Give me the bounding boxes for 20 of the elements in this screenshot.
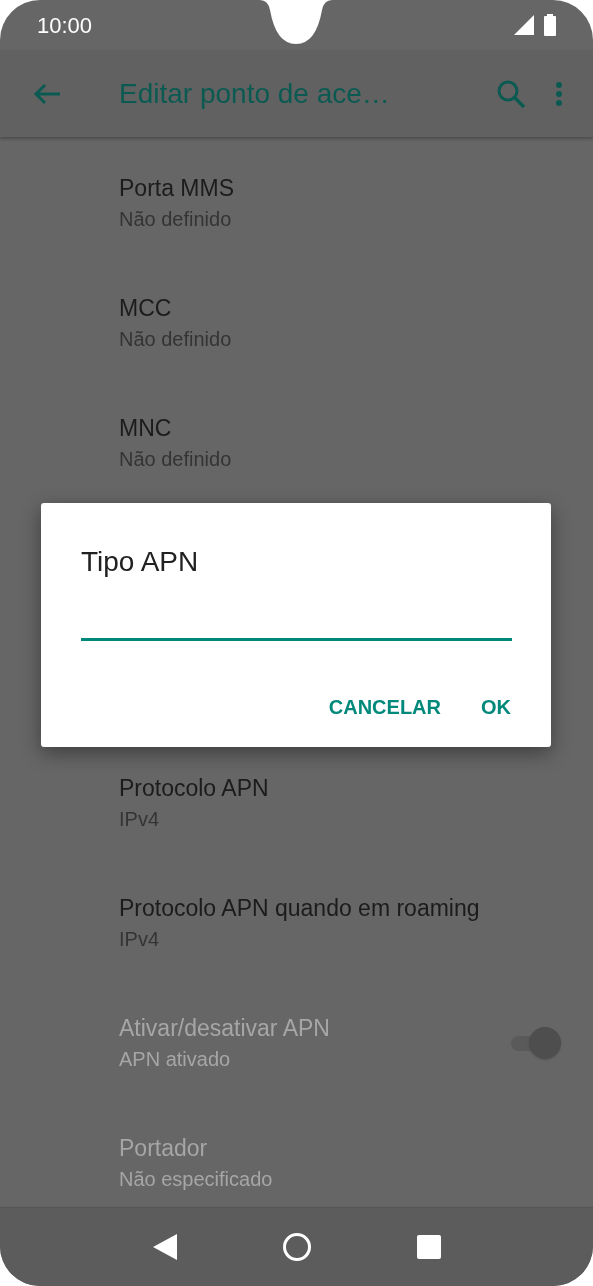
notch xyxy=(260,0,332,46)
setting-summary: Não especificado xyxy=(119,1167,274,1192)
dialog-button[interactable]: CANCELAR xyxy=(318,686,451,728)
setting-title: Porta MMS xyxy=(119,174,236,203)
setting-title: Protocolo APN quando em roaming xyxy=(119,894,481,923)
setting-title: Ativar/desativar APN xyxy=(119,1014,331,1043)
home-icon[interactable] xyxy=(281,1232,312,1262)
setting-title: Protocolo APN xyxy=(119,774,270,803)
signal-icon xyxy=(514,15,534,35)
status-time: 10:00 xyxy=(37,11,93,40)
setting-summary: APN ativado xyxy=(119,1047,232,1072)
setting-title: Portador xyxy=(119,1134,209,1163)
dialog-button[interactable]: OK xyxy=(471,686,521,728)
back-icon[interactable] xyxy=(152,1234,177,1260)
recents-icon[interactable] xyxy=(416,1235,441,1259)
battery-icon xyxy=(544,14,556,36)
setting-title: MCC xyxy=(119,294,173,323)
setting-title: MNC xyxy=(119,414,173,443)
app-bar-title: Editar ponto de ace… xyxy=(119,76,390,111)
dialog-title: Tipo APN xyxy=(81,545,199,579)
